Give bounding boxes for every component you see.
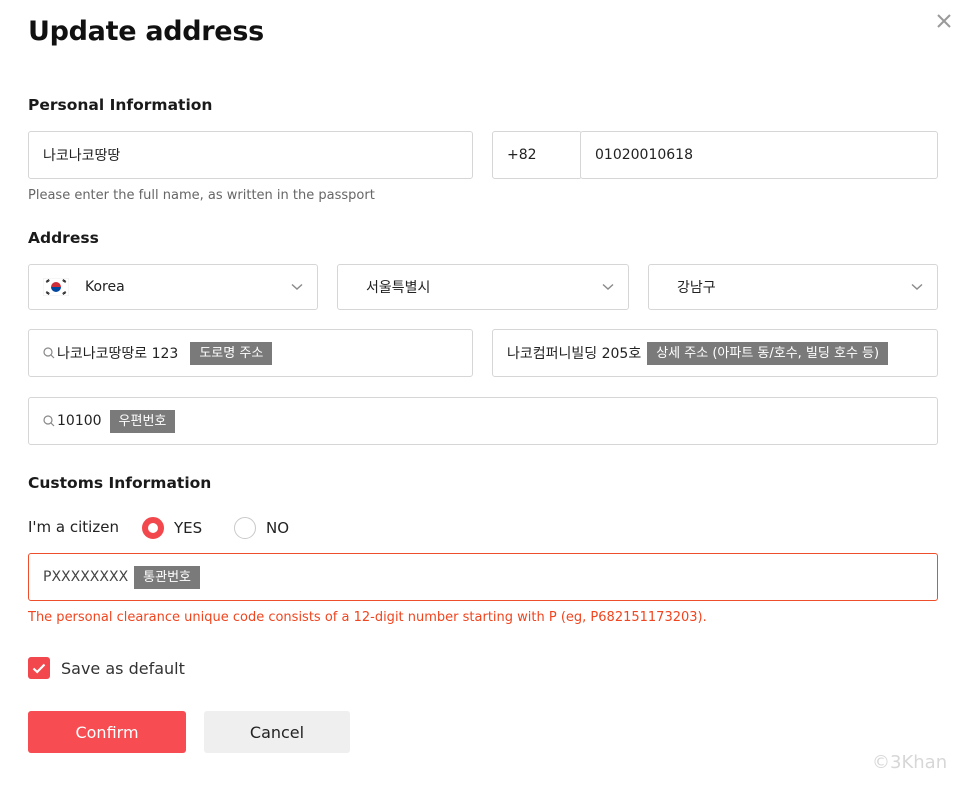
district-select[interactable]: 강남구 bbox=[648, 264, 938, 310]
save-default-checkbox[interactable]: Save as default bbox=[28, 657, 185, 679]
dialog-title: Update address bbox=[28, 16, 264, 47]
phone-number-value: 01020010618 bbox=[595, 147, 693, 163]
personal-info-heading: Personal Information bbox=[28, 96, 213, 114]
close-button[interactable] bbox=[933, 10, 955, 32]
close-icon bbox=[937, 14, 951, 28]
street-address-input[interactable]: 나코나코땅땅로 123 도로명 주소 bbox=[28, 329, 473, 377]
citizen-label: I'm a citizen bbox=[28, 518, 119, 536]
citizen-no-radio[interactable]: NO bbox=[234, 517, 289, 539]
citizen-yes-radio[interactable]: YES bbox=[142, 517, 202, 539]
search-icon bbox=[43, 347, 55, 359]
customs-code-error: The personal clearance unique code consi… bbox=[28, 610, 707, 625]
phone-number-input[interactable]: 01020010618 bbox=[580, 131, 938, 179]
checkmark-icon bbox=[32, 663, 46, 674]
postal-code-value: 10100 bbox=[57, 413, 102, 429]
address-detail-value: 나코컴퍼니빌딩 205호 bbox=[507, 346, 642, 362]
radio-selected-indicator bbox=[142, 517, 164, 539]
district-value: 강남구 bbox=[677, 280, 716, 296]
postal-code-input[interactable]: 10100 우편번호 bbox=[28, 397, 938, 445]
search-icon bbox=[43, 415, 55, 427]
save-default-label: Save as default bbox=[61, 658, 185, 678]
country-value: Korea bbox=[85, 279, 125, 295]
address-detail-tag: 상세 주소 (아파트 동/호수, 빌딩 호수 등) bbox=[647, 341, 889, 365]
customs-heading: Customs Information bbox=[28, 474, 212, 492]
confirm-button[interactable]: Confirm bbox=[28, 711, 186, 753]
full-name-input[interactable]: 나코나코땅땅 bbox=[28, 131, 473, 179]
full-name-helper: Please enter the full name, as written i… bbox=[28, 188, 375, 203]
customs-code-tag: 통관번호 bbox=[134, 565, 201, 589]
checkbox-checked bbox=[28, 657, 50, 679]
chevron-down-icon bbox=[911, 283, 923, 290]
phone-country-code[interactable]: +82 bbox=[492, 131, 582, 179]
chevron-down-icon bbox=[602, 283, 614, 290]
street-address-value: 나코나코땅땅로 123 bbox=[57, 346, 179, 362]
city-select[interactable]: 서울특별시 bbox=[337, 264, 629, 310]
street-address-tag: 도로명 주소 bbox=[190, 341, 273, 365]
chevron-down-icon bbox=[291, 283, 303, 290]
citizen-no-label: NO bbox=[266, 519, 290, 537]
address-detail-input[interactable]: 나코컴퍼니빌딩 205호 상세 주소 (아파트 동/호수, 빌딩 호수 등) bbox=[492, 329, 938, 377]
korea-flag-icon bbox=[43, 278, 69, 296]
watermark: ©3Khan bbox=[872, 752, 948, 773]
cancel-button[interactable]: Cancel bbox=[204, 711, 350, 753]
country-select[interactable]: Korea bbox=[28, 264, 318, 310]
radio-unselected-indicator bbox=[234, 517, 256, 539]
full-name-value: 나코나코땅땅 bbox=[43, 148, 121, 164]
postal-code-tag: 우편번호 bbox=[109, 409, 176, 433]
city-value: 서울특별시 bbox=[366, 280, 431, 296]
address-heading: Address bbox=[28, 229, 99, 247]
customs-code-input[interactable]: PXXXXXXXX 통관번호 bbox=[28, 553, 938, 601]
citizen-yes-label: YES bbox=[174, 519, 203, 537]
phone-code-value: +82 bbox=[507, 147, 537, 163]
customs-code-value: PXXXXXXXX bbox=[43, 569, 129, 585]
